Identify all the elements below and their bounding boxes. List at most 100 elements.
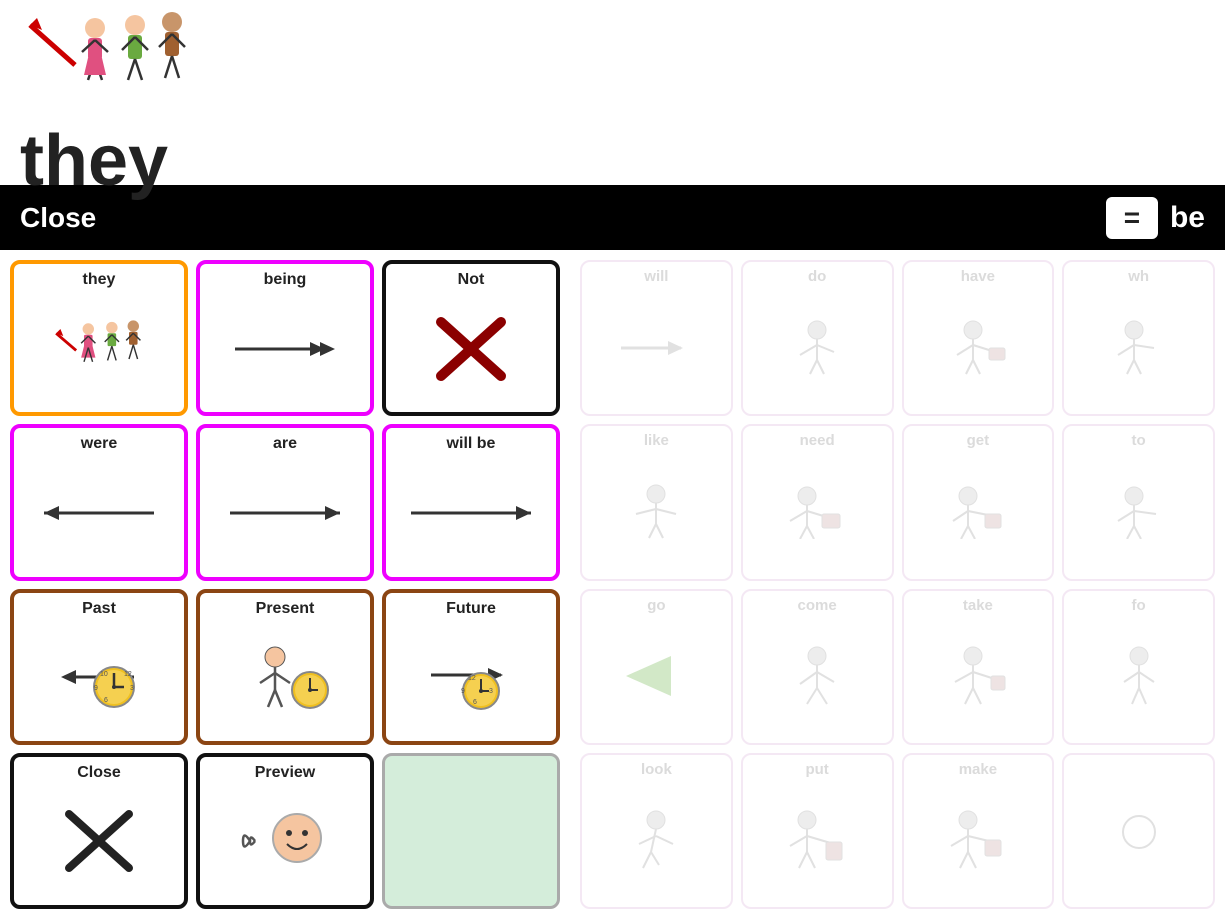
right-card-get-label: get xyxy=(967,432,990,449)
card-close-visual xyxy=(18,782,180,901)
card-preview-visual xyxy=(204,782,366,901)
right-card-do-label: do xyxy=(808,268,826,285)
right-card-to-visual xyxy=(1068,449,1209,574)
right-card-wh-label: wh xyxy=(1128,268,1149,285)
card-they[interactable]: they xyxy=(10,260,188,416)
left-panel: they xyxy=(0,250,570,919)
card-being[interactable]: being xyxy=(196,260,374,416)
right-card-get[interactable]: get xyxy=(902,424,1055,580)
right-card-have-visual xyxy=(908,285,1049,410)
svg-text:10: 10 xyxy=(100,671,108,678)
right-card-come[interactable]: come xyxy=(741,589,894,745)
they-image xyxy=(20,10,1205,115)
right-card-have[interactable]: have xyxy=(902,260,1055,416)
they-card-figure xyxy=(49,314,149,384)
card-preview[interactable]: Preview xyxy=(196,753,374,909)
svg-text:12: 12 xyxy=(124,671,132,678)
equals-button[interactable]: = xyxy=(1106,197,1158,239)
svg-text:9: 9 xyxy=(461,688,465,695)
right-card-will-label: will xyxy=(644,268,668,285)
right-card-take-label: take xyxy=(963,597,993,614)
card-present-visual xyxy=(204,618,366,737)
toolbar-close-label[interactable]: Close xyxy=(20,202,96,234)
svg-text:3: 3 xyxy=(130,685,134,692)
they-figure-svg xyxy=(20,10,210,115)
card-preview-label: Preview xyxy=(255,763,315,782)
card-not-visual xyxy=(390,289,552,408)
right-card-come-label: come xyxy=(798,597,837,614)
card-close[interactable]: Close xyxy=(10,753,188,909)
right-card-r4[interactable] xyxy=(1062,753,1215,909)
card-were-visual xyxy=(18,453,180,572)
card-present[interactable]: Present xyxy=(196,589,374,745)
preview-svg xyxy=(235,806,335,876)
right-card-wh-visual xyxy=(1068,285,1209,410)
right-card-fo-visual xyxy=(1068,614,1209,739)
right-card-go[interactable]: go xyxy=(580,589,733,745)
card-empty[interactable] xyxy=(382,753,560,909)
right-card-put[interactable]: put xyxy=(741,753,894,909)
card-empty-visual xyxy=(389,762,553,902)
right-card-do[interactable]: do xyxy=(741,260,894,416)
right-card-come-visual xyxy=(747,614,888,739)
right-card-like[interactable]: like xyxy=(580,424,733,580)
card-future-label: Future xyxy=(446,599,496,618)
svg-text:6: 6 xyxy=(104,697,108,704)
right-card-do-visual xyxy=(747,285,888,410)
card-they-label: they xyxy=(83,270,116,289)
card-will-be-visual xyxy=(390,453,552,572)
right-card-fo[interactable]: fo xyxy=(1062,589,1215,745)
top-area: they xyxy=(0,0,1225,185)
not-x-svg xyxy=(431,314,511,384)
they-figure-container xyxy=(20,10,210,115)
right-card-make[interactable]: make xyxy=(902,753,1055,909)
card-future[interactable]: Future 12 3 6 9 xyxy=(382,589,560,745)
right-card-go-visual xyxy=(586,614,727,739)
right-card-like-label: like xyxy=(644,432,669,449)
right-card-take-visual xyxy=(908,614,1049,739)
card-they-visual xyxy=(18,289,180,408)
card-present-label: Present xyxy=(256,599,315,618)
right-card-get-visual xyxy=(908,449,1049,574)
equals-icon: = xyxy=(1124,204,1140,232)
right-card-look-visual xyxy=(586,778,727,903)
right-card-put-visual xyxy=(747,778,888,903)
card-future-visual: 12 3 6 9 xyxy=(390,618,552,737)
right-card-take[interactable]: take xyxy=(902,589,1055,745)
right-card-go-label: go xyxy=(647,597,665,614)
right-card-fo-label: fo xyxy=(1132,597,1146,614)
card-not[interactable]: Not xyxy=(382,260,560,416)
right-card-need[interactable]: need xyxy=(741,424,894,580)
right-card-look[interactable]: look xyxy=(580,753,733,909)
they-word-label: they xyxy=(20,120,1205,202)
right-card-make-label: make xyxy=(959,761,997,778)
present-svg xyxy=(230,645,340,710)
right-card-look-label: look xyxy=(641,761,672,778)
card-will-be-label: will be xyxy=(447,434,496,453)
card-will-be[interactable]: will be xyxy=(382,424,560,580)
card-past[interactable]: Past 10 12 3 6 9 xyxy=(10,589,188,745)
right-card-need-label: need xyxy=(800,432,835,449)
right-card-have-label: have xyxy=(961,268,995,285)
are-arrow-svg xyxy=(220,498,350,528)
right-card-will-visual xyxy=(586,285,727,410)
right-card-like-visual xyxy=(586,449,727,574)
toolbar-be-label: be xyxy=(1170,201,1205,235)
right-card-to-label: to xyxy=(1132,432,1146,449)
card-being-label: being xyxy=(264,270,307,289)
card-being-visual xyxy=(204,289,366,408)
card-were[interactable]: were xyxy=(10,424,188,580)
svg-text:3: 3 xyxy=(489,688,493,695)
card-are[interactable]: are xyxy=(196,424,374,580)
past-svg: 10 12 3 6 9 xyxy=(44,645,154,710)
right-card-will[interactable]: will xyxy=(580,260,733,416)
svg-text:12: 12 xyxy=(468,675,476,682)
right-card-put-label: put xyxy=(805,761,828,778)
being-arrow-svg xyxy=(225,329,345,369)
were-arrow-svg xyxy=(34,498,164,528)
right-card-need-visual xyxy=(747,449,888,574)
card-not-label: Not xyxy=(458,270,485,289)
main-area: they xyxy=(0,250,1225,919)
right-card-to[interactable]: to xyxy=(1062,424,1215,580)
right-card-wh[interactable]: wh xyxy=(1062,260,1215,416)
